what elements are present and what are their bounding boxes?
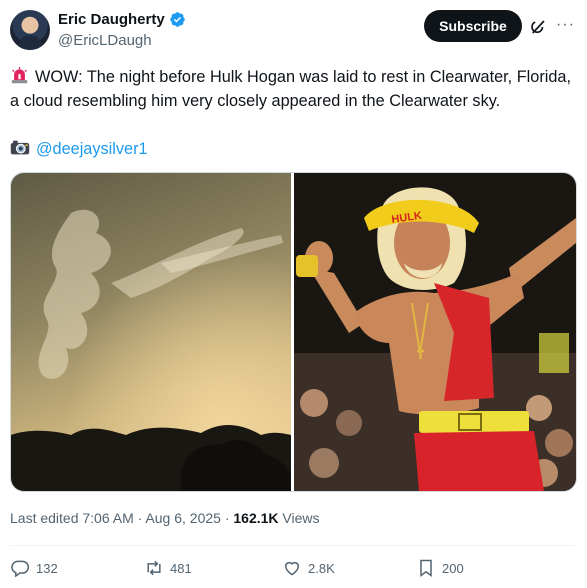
edited-timestamp[interactable]: Last edited 7:06 AM · Aug 6, 2025 ·: [10, 510, 233, 526]
siren-icon: [11, 67, 28, 84]
author-name-row: Eric Daugherty: [58, 11, 186, 28]
subscribe-button[interactable]: Subscribe: [424, 10, 522, 42]
bookmark-icon: [420, 559, 432, 577]
repost-button[interactable]: 481: [144, 558, 192, 578]
bookmark-count: 200: [442, 560, 464, 576]
like-button[interactable]: 2.8K: [282, 558, 335, 578]
tweet-header: Eric Daugherty @EricLDaugh Subscribe ···: [10, 8, 577, 56]
reply-count: 132: [36, 560, 58, 576]
like-count: 2.8K: [308, 560, 335, 576]
divider: [10, 545, 575, 546]
views-count: 162.1K: [233, 510, 279, 526]
author-display-name[interactable]: Eric Daugherty: [58, 11, 165, 28]
credit-mention-link[interactable]: @deejaysilver1: [36, 140, 148, 158]
reply-button[interactable]: 132: [10, 558, 58, 578]
verified-badge-icon: [169, 12, 185, 27]
tweet-text-block: WOW: The night before Hulk Hogan was lai…: [10, 66, 580, 113]
avatar[interactable]: [10, 10, 50, 50]
grok-icon[interactable]: [529, 18, 547, 36]
reply-icon: [11, 560, 30, 578]
views-label: Views: [278, 510, 320, 526]
like-icon: [284, 561, 300, 576]
tweet-meta: Last edited 7:06 AM · Aug 6, 2025 · 162.…: [10, 510, 320, 526]
repost-icon: [147, 560, 161, 576]
camera-icon: [10, 140, 30, 155]
bookmark-button[interactable]: 200: [416, 558, 464, 578]
more-icon[interactable]: ···: [556, 16, 575, 34]
cloud-photo[interactable]: [11, 173, 291, 491]
tweet-media[interactable]: HULK: [10, 172, 577, 492]
tweet-text: WOW: The night before Hulk Hogan was lai…: [10, 68, 576, 110]
action-bar: 132 481 2.8K 200: [10, 558, 575, 584]
author-handle[interactable]: @EricLDaugh: [58, 32, 152, 49]
photo-credit: @deejaysilver1: [10, 138, 148, 161]
repost-count: 481: [170, 560, 192, 576]
hulk-hogan-photo[interactable]: HULK: [294, 173, 576, 491]
